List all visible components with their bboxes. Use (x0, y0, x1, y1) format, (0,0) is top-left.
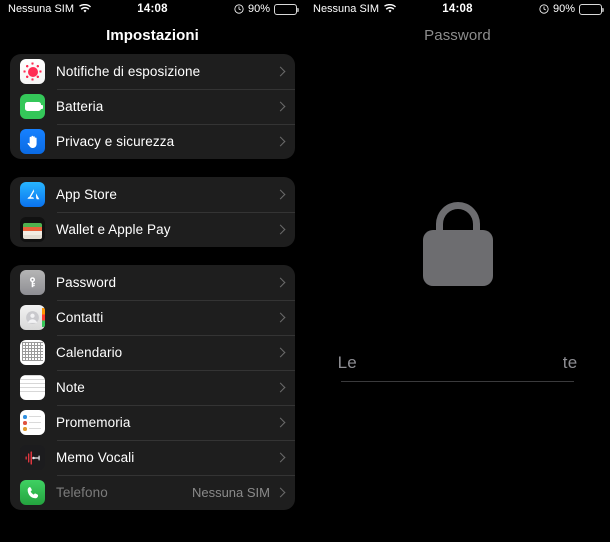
settings-row-label: Promemoria (56, 415, 131, 430)
settings-list: Notifiche di esposizione Batteria Privac… (0, 54, 305, 510)
chevron-right-icon (275, 487, 286, 498)
battery-settings-icon (20, 94, 45, 119)
settings-panel: Nessuna SIM 14:08 90% Impostazioni Notif… (0, 0, 305, 542)
calendar-icon (20, 340, 45, 365)
exposure-notifications-icon (20, 59, 45, 84)
status-bar-right: Nessuna SIM 14:08 90% (305, 0, 610, 18)
dual-screenshot-container: Nessuna SIM 14:08 90% Impostazioni Notif… (0, 0, 610, 542)
status-bar-left: Nessuna SIM 14:08 90% (0, 0, 305, 18)
settings-row-calendar[interactable]: Calendario (10, 335, 295, 370)
chevron-right-icon (275, 312, 286, 323)
settings-group-1: Notifiche di esposizione Batteria Privac… (10, 54, 295, 159)
settings-row-app-store[interactable]: App Store (10, 177, 295, 212)
settings-row-label: App Store (56, 187, 117, 202)
phone-icon (20, 480, 45, 505)
password-body: Le te (305, 54, 610, 542)
settings-row-privacy-security[interactable]: Privacy e sicurezza (10, 124, 295, 159)
settings-row-label: Telefono (56, 485, 108, 500)
settings-row-battery[interactable]: Batteria (10, 89, 295, 124)
settings-row-voice-memos[interactable]: Memo Vocali (10, 440, 295, 475)
settings-row-label: Note (56, 380, 85, 395)
settings-row-label: Memo Vocali (56, 450, 135, 465)
settings-row-password[interactable]: Password (10, 265, 295, 300)
settings-row-label: Password (56, 275, 117, 290)
chevron-right-icon (275, 189, 286, 200)
chevron-right-icon (275, 101, 286, 112)
battery-icon (274, 3, 299, 15)
settings-row-label: Notifiche di esposizione (56, 64, 201, 79)
settings-row-label: Privacy e sicurezza (56, 134, 175, 149)
settings-row-contacts[interactable]: Contatti (10, 300, 295, 335)
wallet-apple-pay-icon (20, 217, 45, 242)
password-key-icon (20, 270, 45, 295)
battery-icon (579, 3, 604, 15)
settings-row-label: Calendario (56, 345, 123, 360)
password-panel: Nessuna SIM 14:08 90% Password Le te (305, 0, 610, 542)
settings-row-label: Batteria (56, 99, 104, 114)
background-hint-left: Le (337, 353, 357, 372)
notes-icon (20, 375, 45, 400)
battery-percent-label: 90% (247, 3, 270, 15)
voice-memos-icon (20, 445, 45, 470)
chevron-right-icon (275, 417, 286, 428)
contacts-icon (20, 305, 45, 330)
privacy-security-icon (20, 129, 45, 154)
chevron-right-icon (275, 224, 286, 235)
settings-group-2: App Store Wallet e Apple Pay (10, 177, 295, 247)
app-store-icon (20, 182, 45, 207)
status-bar-right-group: 90% (539, 3, 604, 15)
page-title: Impostazioni (106, 27, 199, 44)
background-hint-right: te (562, 353, 578, 372)
chevron-right-icon (275, 136, 286, 147)
page-title: Password (424, 27, 491, 44)
chevron-right-icon (275, 452, 286, 463)
settings-row-notes[interactable]: Note (10, 370, 295, 405)
reminders-icon (20, 410, 45, 435)
chevron-right-icon (275, 66, 286, 77)
background-hint-text: Le te (305, 353, 610, 373)
settings-row-value: Nessuna SIM (191, 485, 270, 500)
settings-row-reminders[interactable]: Promemoria (10, 405, 295, 440)
settings-row-label: Contatti (56, 310, 104, 325)
settings-row-exposure-notifications[interactable]: Notifiche di esposizione (10, 54, 295, 89)
alarm-clock-icon (539, 4, 549, 14)
lock-icon (435, 202, 480, 232)
alarm-clock-icon (234, 4, 244, 14)
chevron-right-icon (275, 277, 286, 288)
chevron-right-icon (275, 347, 286, 358)
divider (341, 381, 574, 382)
status-bar-right-group: 90% (234, 3, 299, 15)
settings-row-label: Wallet e Apple Pay (56, 222, 171, 237)
settings-row-phone[interactable]: Telefono Nessuna SIM (10, 475, 295, 510)
battery-percent-label: 90% (552, 3, 575, 15)
lock-body-shape (422, 230, 493, 286)
settings-group-3: Password Contatti Calendario Note Promem… (10, 265, 295, 510)
chevron-right-icon (275, 382, 286, 393)
settings-row-wallet-apple-pay[interactable]: Wallet e Apple Pay (10, 212, 295, 247)
